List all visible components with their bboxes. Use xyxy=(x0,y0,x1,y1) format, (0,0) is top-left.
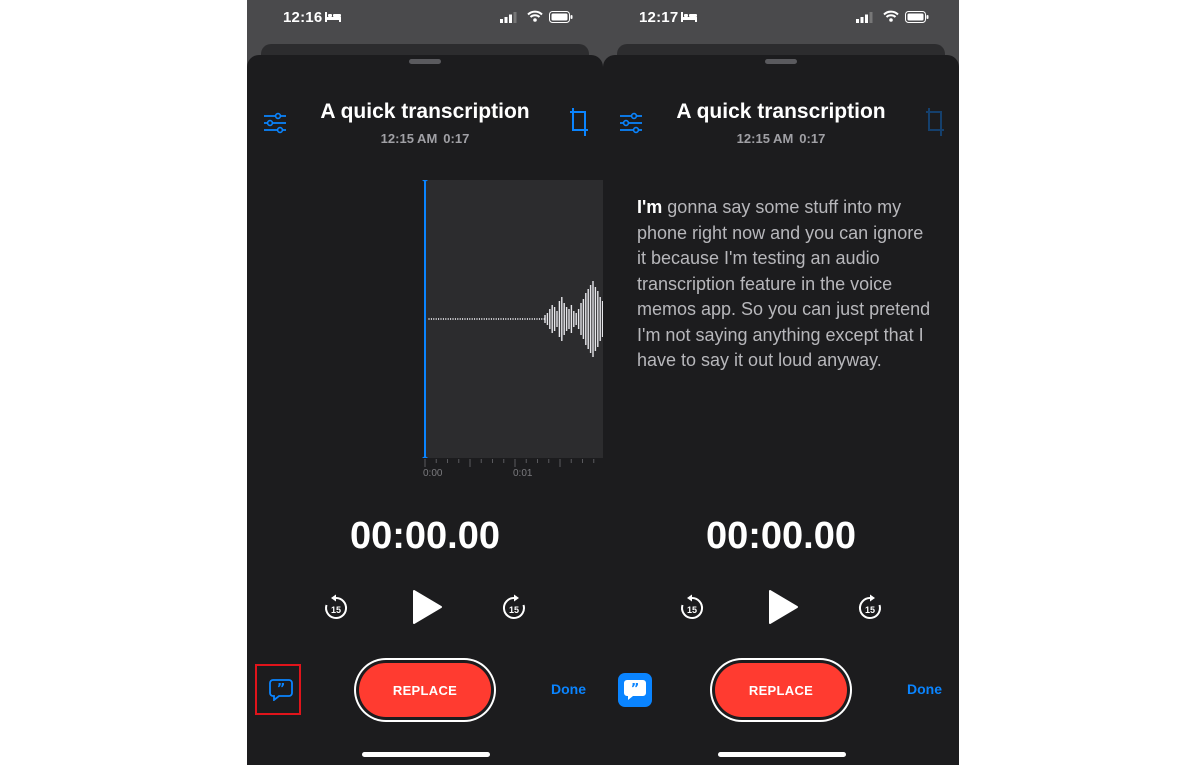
transcript-button-active[interactable]: ” xyxy=(618,673,652,707)
transcript-button[interactable]: ” xyxy=(265,675,297,705)
recording-title[interactable]: A quick transcription xyxy=(603,100,959,124)
battery-icon xyxy=(549,11,573,23)
skip-forward-15-icon: 15 xyxy=(502,594,525,619)
wifi-icon xyxy=(883,10,899,22)
playback-timer: 00:00.00 xyxy=(705,515,856,557)
playhead-top-handle[interactable] xyxy=(422,180,429,182)
battery-icon xyxy=(905,11,929,23)
replace-button[interactable]: REPLACE xyxy=(359,663,491,717)
status-time: 12:17 xyxy=(639,9,679,26)
sheet-grabber[interactable] xyxy=(765,59,797,64)
home-indicator[interactable] xyxy=(718,752,846,757)
waveform-area[interactable] xyxy=(247,180,603,458)
recording-title[interactable]: A quick transcription xyxy=(247,100,603,124)
play-button[interactable] xyxy=(767,589,799,630)
recording-date: 12:15 AM xyxy=(380,131,438,146)
transcript-quote-icon: ” xyxy=(269,679,293,701)
timeline-label-start: 0:00 xyxy=(423,468,443,479)
wifi-icon xyxy=(527,10,543,22)
recording-duration: 0:17 xyxy=(799,131,826,146)
signal-icon xyxy=(500,12,517,23)
skip-back-label: 15 xyxy=(687,605,697,615)
transcript-text[interactable]: I'm gonna say some stuff into my phone r… xyxy=(637,195,933,374)
skip-forward-label: 15 xyxy=(509,605,519,615)
transcript-current-word: I'm xyxy=(637,197,663,217)
skip-back-button[interactable]: 15 xyxy=(323,594,349,627)
skip-back-button[interactable]: 15 xyxy=(679,594,705,627)
status-time: 12:16 xyxy=(283,9,323,26)
svg-text:”: ” xyxy=(631,682,640,697)
skip-forward-label: 15 xyxy=(865,605,875,615)
transcript-quote-icon: ” xyxy=(624,680,646,700)
replace-button[interactable]: REPLACE xyxy=(715,663,847,717)
skip-back-15-icon: 15 xyxy=(681,594,704,619)
status-bar: 12:17 xyxy=(603,0,959,40)
crop-icon[interactable] xyxy=(569,107,589,137)
phone-screen-waveform: 12:16 A quick transcription 12:15 AM 0:17 xyxy=(247,0,603,765)
skip-forward-button[interactable]: 15 xyxy=(501,594,527,627)
svg-text:”: ” xyxy=(277,682,286,697)
skip-back-label: 15 xyxy=(331,605,341,615)
status-bar: 12:16 xyxy=(247,0,603,40)
bed-icon xyxy=(681,12,697,22)
phone-screen-transcript: 12:17 A quick transcription 12:15 AM 0:17… xyxy=(603,0,959,765)
playback-timer: 00:00.00 xyxy=(349,515,500,557)
play-icon xyxy=(769,590,798,624)
play-button[interactable] xyxy=(411,589,443,630)
recording-duration: 0:17 xyxy=(443,131,470,146)
skip-forward-15-icon: 15 xyxy=(858,594,881,619)
recording-date: 12:15 AM xyxy=(736,131,794,146)
skip-back-15-icon: 15 xyxy=(325,594,348,619)
play-icon xyxy=(413,590,442,624)
done-button[interactable]: Done xyxy=(551,681,586,697)
recording-sheet: A quick transcription 12:15 AM 0:17 0:00 … xyxy=(247,55,603,765)
signal-icon xyxy=(856,12,873,23)
recording-meta: 12:15 AM 0:17 xyxy=(247,131,603,146)
home-indicator[interactable] xyxy=(362,752,490,757)
timeline-ruler: 0:00 0:01 xyxy=(247,458,603,488)
crop-icon xyxy=(926,108,944,136)
recording-meta: 12:15 AM 0:17 xyxy=(603,131,959,146)
recording-sheet: A quick transcription 12:15 AM 0:17 I'm g… xyxy=(603,55,959,765)
timeline-label-one: 0:01 xyxy=(513,468,533,479)
transcript-remaining: gonna say some stuff into my phone right… xyxy=(637,197,931,370)
skip-forward-button[interactable]: 15 xyxy=(857,594,883,627)
done-button[interactable]: Done xyxy=(907,681,942,697)
sheet-grabber[interactable] xyxy=(409,59,441,64)
bed-icon xyxy=(325,12,341,22)
waveform xyxy=(422,180,603,458)
